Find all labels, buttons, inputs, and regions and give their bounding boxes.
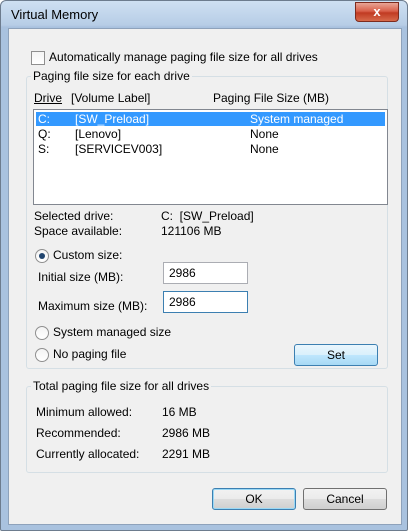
- window-title: Virtual Memory: [11, 7, 99, 22]
- column-header-drive: Drive: [34, 91, 63, 105]
- currently-allocated-label: Currently allocated:: [36, 447, 140, 461]
- auto-manage-checkbox[interactable]: [31, 51, 45, 65]
- drive-volume-label: [SW_Preload]: [75, 112, 150, 126]
- drive-row-c[interactable]: C: [SW_Preload] System managed: [36, 112, 385, 126]
- drive-paging-size: None: [250, 127, 279, 141]
- selected-drive-value: C: [SW_Preload]: [161, 209, 254, 223]
- maximum-size-input[interactable]: [169, 295, 239, 309]
- drive-listbox[interactable]: C: [SW_Preload] System managed Q: [Lenov…: [33, 109, 388, 205]
- drive-volume-label: [SERVICEV003]: [75, 142, 163, 156]
- no-paging-file-label[interactable]: No paging file: [53, 347, 126, 361]
- drive-row-s[interactable]: S: [SERVICEV003] None: [36, 142, 385, 156]
- selected-drive-label: Selected drive:: [34, 209, 114, 223]
- initial-size-input[interactable]: [169, 266, 239, 280]
- custom-size-radio[interactable]: [35, 249, 49, 263]
- system-managed-radio[interactable]: [35, 326, 49, 340]
- minimum-allowed-value: 16 MB: [162, 405, 197, 419]
- virtual-memory-dialog: Virtual Memory x Automatically manage pa…: [0, 0, 408, 531]
- ok-button[interactable]: OK: [212, 488, 296, 510]
- maximum-size-label: Maximum size (MB):: [38, 299, 148, 313]
- auto-manage-label[interactable]: Automatically manage paging file size fo…: [49, 50, 318, 64]
- maximum-size-field[interactable]: [163, 291, 248, 313]
- title-bar[interactable]: Virtual Memory x: [1, 1, 407, 27]
- drive-row-q[interactable]: Q: [Lenovo] None: [36, 127, 385, 141]
- set-button[interactable]: Set: [294, 344, 378, 366]
- drive-letter: Q:: [38, 127, 51, 141]
- recommended-value: 2986 MB: [162, 426, 211, 440]
- totals-group-legend: Total paging file size for all drives: [31, 379, 212, 393]
- drive-group-legend: Paging file size for each drive: [31, 69, 192, 83]
- custom-size-label[interactable]: Custom size:: [53, 248, 122, 262]
- drive-letter: C:: [38, 112, 50, 126]
- drive-letter: S:: [38, 142, 50, 156]
- drive-volume-label: [Lenovo]: [75, 127, 122, 141]
- drive-paging-size: System managed: [250, 112, 344, 126]
- recommended-label: Recommended:: [36, 426, 121, 440]
- initial-size-field[interactable]: [163, 262, 248, 284]
- close-icon: x: [373, 4, 381, 19]
- space-available-value: 121106 MB: [161, 224, 222, 238]
- cancel-button[interactable]: Cancel: [303, 488, 387, 510]
- currently-allocated-value: 2291 MB: [162, 447, 211, 461]
- system-managed-label[interactable]: System managed size: [53, 325, 171, 339]
- initial-size-label: Initial size (MB):: [38, 270, 124, 284]
- column-header-volume: [Volume Label]: [71, 91, 151, 105]
- close-button[interactable]: x: [355, 2, 399, 22]
- space-available-label: Space available:: [34, 224, 123, 238]
- column-header-paging-size: Paging File Size (MB): [213, 91, 330, 105]
- drive-paging-size: None: [250, 142, 279, 156]
- no-paging-file-radio[interactable]: [35, 348, 49, 362]
- dialog-body: Automatically manage paging file size fo…: [8, 28, 402, 525]
- minimum-allowed-label: Minimum allowed:: [36, 405, 133, 419]
